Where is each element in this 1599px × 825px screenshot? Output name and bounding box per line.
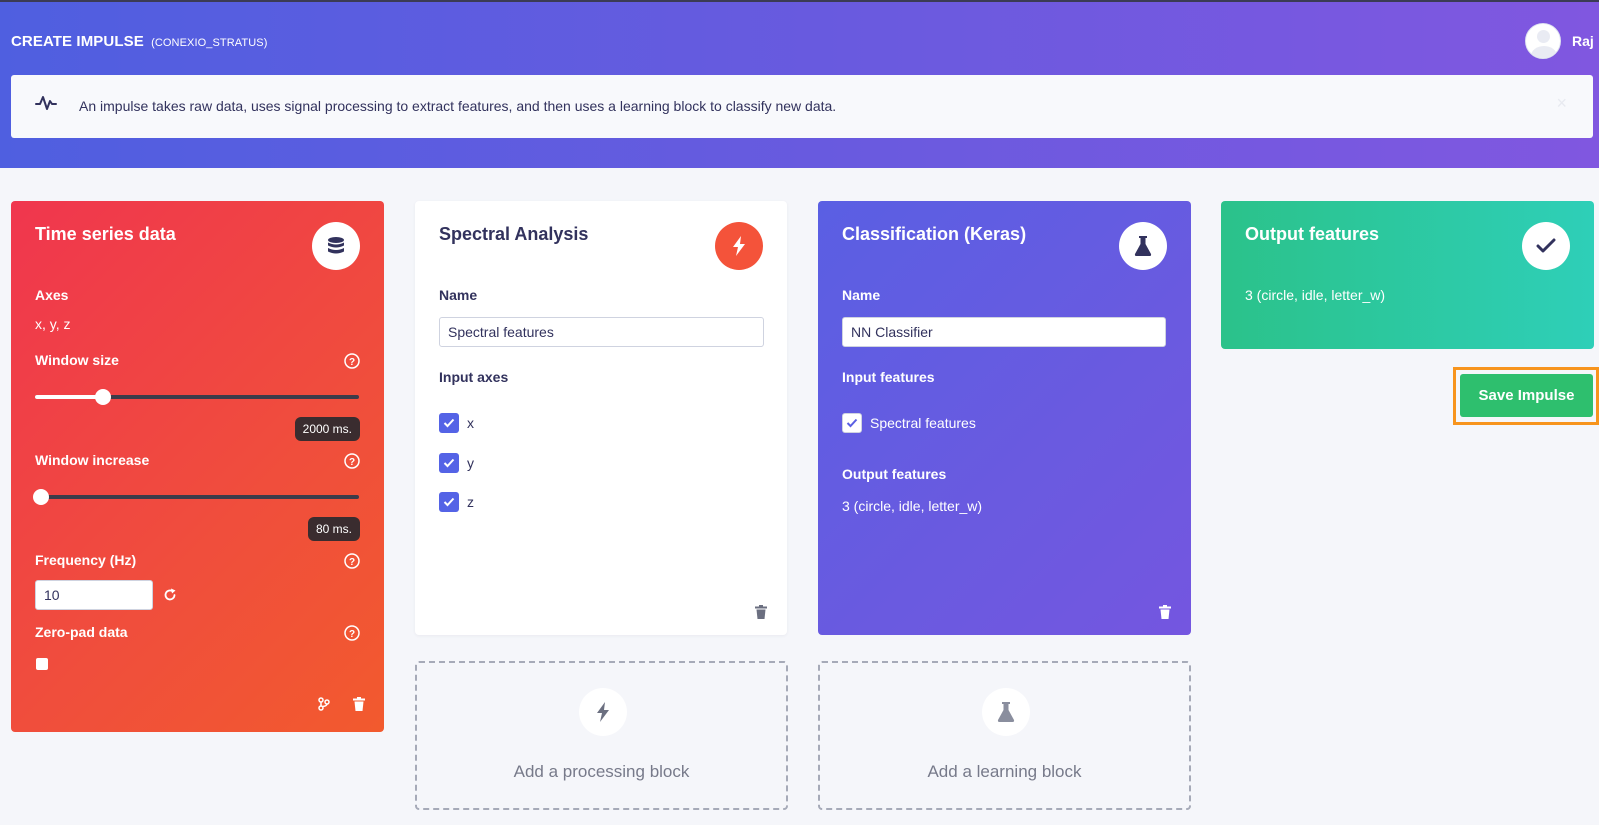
axes-label: Axes — [35, 287, 69, 303]
save-impulse-button[interactable]: Save Impulse — [1460, 374, 1593, 417]
help-icon[interactable]: ? — [344, 453, 360, 469]
trash-icon[interactable] — [353, 697, 365, 711]
window-size-label: Window size — [35, 352, 119, 368]
close-icon[interactable]: × — [1556, 93, 1567, 114]
window-size-value: 2000 ms. — [294, 417, 360, 441]
check-badge — [1522, 222, 1570, 270]
output-features-value: 3 (circle, idle, letter_w) — [842, 498, 983, 514]
trash-icon[interactable] — [1159, 605, 1171, 619]
window-size-slider[interactable] — [35, 389, 359, 405]
input-block-card: Time series data Axes x, y, z Window siz… — [11, 201, 384, 732]
window-size-slider-thumb[interactable] — [95, 389, 111, 405]
svg-text:?: ? — [349, 357, 355, 368]
database-icon — [328, 237, 344, 254]
help-icon[interactable]: ? — [344, 353, 360, 369]
axis-x-checkbox[interactable] — [439, 413, 459, 433]
branch-icon[interactable] — [318, 697, 330, 711]
learning-name-input[interactable] — [842, 317, 1166, 347]
checkmark-icon — [443, 497, 455, 507]
axes-value: x, y, z — [35, 316, 71, 332]
checkmark-icon — [443, 418, 455, 428]
learning-block-title: Classification (Keras) — [842, 224, 1027, 244]
add-learning-label: Add a learning block — [927, 762, 1082, 781]
window-increase-slider[interactable] — [33, 489, 359, 505]
svg-text:?: ? — [349, 557, 355, 568]
flask-icon — [1134, 236, 1152, 256]
output-block-card: Output features 3 (circle, idle, letter_… — [1221, 201, 1594, 349]
add-processing-block[interactable]: Add a processing block — [415, 661, 788, 810]
add-processing-circle — [579, 688, 627, 736]
input-features-label: Input features — [842, 369, 935, 385]
pulse-icon — [35, 96, 57, 110]
axis-z-checkbox[interactable] — [439, 492, 459, 512]
learning-block-card: Classification (Keras) Name Input featur… — [818, 201, 1191, 635]
frequency-input[interactable] — [35, 580, 153, 610]
spectral-features-checkbox[interactable] — [842, 413, 862, 433]
name-label: Name — [842, 287, 881, 303]
window-size-slider-fill — [35, 395, 103, 399]
window-increase-label: Window increase — [35, 452, 150, 468]
axis-x-label: x — [467, 415, 474, 431]
output-features-value: 3 (circle, idle, letter_w) — [1245, 287, 1386, 303]
page-header: CREATE IMPULSE (CONEXIO_STRATUS) Raj An … — [0, 0, 1599, 168]
processing-name-input[interactable] — [439, 317, 764, 347]
help-icon[interactable]: ? — [344, 625, 360, 641]
flask-badge — [1119, 222, 1167, 270]
axis-y-checkbox[interactable] — [439, 453, 459, 473]
info-bar: An impulse takes raw data, uses signal p… — [11, 75, 1593, 138]
processing-block-title: Spectral Analysis — [439, 224, 589, 244]
page-title: CREATE IMPULSE (CONEXIO_STRATUS) — [11, 33, 267, 50]
bolt-icon — [597, 702, 609, 722]
add-learning-block[interactable]: Add a learning block — [818, 661, 1191, 810]
bolt-badge — [715, 222, 763, 270]
checkmark-icon — [443, 458, 455, 468]
output-block-title: Output features — [1245, 224, 1380, 244]
zero-pad-checkbox[interactable] — [36, 658, 48, 670]
add-processing-label: Add a processing block — [513, 762, 690, 781]
svg-text:?: ? — [349, 457, 355, 468]
add-learning-circle — [982, 688, 1030, 736]
output-features-label: Output features — [842, 466, 947, 482]
project-name: (CONEXIO_STRATUS) — [151, 37, 268, 49]
axis-z-label: z — [467, 494, 474, 510]
database-badge — [312, 222, 360, 270]
flask-icon — [997, 702, 1015, 722]
frequency-label: Frequency (Hz) — [35, 552, 137, 568]
svg-text:?: ? — [349, 629, 355, 640]
window-increase-value: 80 ms. — [307, 517, 360, 541]
help-icon[interactable]: ? — [344, 553, 360, 569]
refresh-icon[interactable] — [163, 588, 177, 602]
check-icon — [1536, 238, 1556, 253]
window-increase-slider-thumb[interactable] — [33, 489, 49, 505]
input-axes-label: Input axes — [439, 369, 509, 385]
processing-block-card: Spectral Analysis Name Input axes x y z — [415, 201, 787, 635]
checkmark-icon — [846, 418, 858, 428]
input-block-title: Time series data — [35, 224, 176, 244]
zero-pad-label: Zero-pad data — [35, 624, 128, 640]
page-title-text: CREATE IMPULSE — [11, 33, 144, 50]
avatar[interactable] — [1525, 23, 1561, 59]
spectral-features-label: Spectral features — [870, 415, 976, 431]
info-text: An impulse takes raw data, uses signal p… — [79, 98, 837, 114]
trash-icon[interactable] — [755, 605, 767, 619]
bolt-icon — [733, 236, 745, 256]
name-label: Name — [439, 287, 478, 303]
user-name[interactable]: Raj — [1572, 33, 1594, 49]
axis-y-label: y — [467, 455, 474, 471]
